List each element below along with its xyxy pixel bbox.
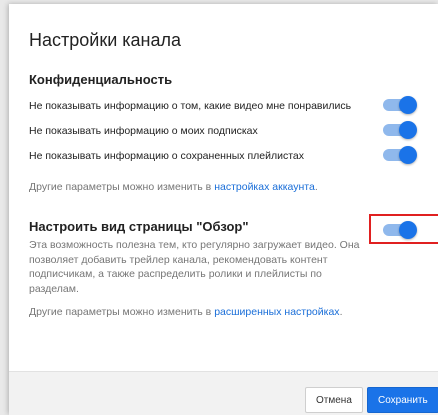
cancel-button[interactable]: Отмена — [305, 387, 363, 413]
browse-note-end: . — [339, 306, 343, 318]
toggle-hide-subscriptions[interactable] — [383, 121, 417, 139]
save-button[interactable]: Сохранить — [367, 387, 438, 413]
browse-description: Эта возможность полезна тем, кто регуляр… — [29, 239, 360, 295]
dialog-footer: Отмена Сохранить — [9, 371, 438, 415]
browse-note-text: Другие параметры можно изменить в — [29, 306, 215, 318]
privacy-row-playlists-label: Не показывать информацию о сохраненных п… — [29, 150, 305, 162]
toggle-knob — [399, 96, 417, 114]
privacy-note-text: Другие параметры можно изменить в — [29, 181, 215, 193]
privacy-note: Другие параметры можно изменить в настро… — [29, 181, 318, 193]
toggle-knob — [399, 121, 417, 139]
advanced-settings-link[interactable]: расширенных настройках — [214, 306, 339, 318]
dialog-title: Настройки канала — [29, 30, 182, 50]
account-settings-link[interactable]: настройках аккаунта — [214, 181, 315, 193]
privacy-row-subscriptions-label: Не показывать информацию о моих подписка… — [29, 125, 258, 137]
browse-heading: Настроить вид страницы "Обзор" — [29, 219, 249, 234]
privacy-row-likes-label: Не показывать информацию о том, какие ви… — [29, 100, 352, 112]
highlight-box — [369, 214, 438, 244]
privacy-heading: Конфиденциальность — [29, 72, 173, 87]
toggle-hide-likes[interactable] — [383, 96, 417, 114]
browse-note: Другие параметры можно изменить в расшир… — [29, 306, 342, 318]
toggle-knob — [399, 146, 417, 164]
toggle-hide-playlists[interactable] — [383, 146, 417, 164]
channel-settings-dialog: Настройки канала Конфиденциальность Не п… — [9, 4, 438, 415]
privacy-note-end: . — [314, 181, 318, 193]
